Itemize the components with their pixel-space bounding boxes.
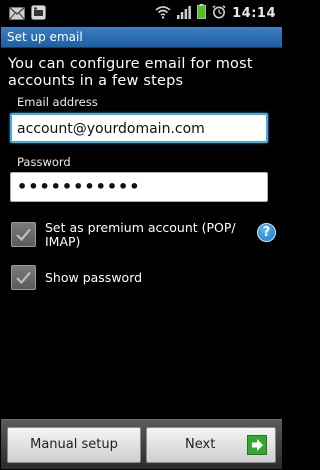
premium-account-label: Set as premium account (POP/ IMAP) <box>45 220 236 249</box>
help-icon[interactable]: ? <box>257 223 276 242</box>
status-time: 14:14 <box>232 6 276 21</box>
email-icon <box>9 5 25 24</box>
email-label: Email address <box>17 95 98 109</box>
next-button[interactable]: Next <box>146 427 276 463</box>
signal-icon <box>177 4 192 23</box>
check-icon <box>16 271 31 285</box>
manual-setup-button[interactable]: Manual setup <box>7 427 141 463</box>
intro-text: You can configure email for most account… <box>8 56 253 89</box>
show-password-label: Show password <box>45 270 143 285</box>
title-bar: Set up email <box>1 27 282 48</box>
status-bar: 14:14 <box>1 1 282 25</box>
password-label: Password <box>17 155 71 169</box>
password-field[interactable]: ••••••••••• <box>10 172 268 202</box>
next-arrow-icon <box>247 435 267 455</box>
bottom-button-bar: Manual setup Next <box>1 419 282 469</box>
alarm-icon <box>212 4 226 23</box>
wifi-icon <box>155 4 171 23</box>
bbm-icon <box>31 5 46 24</box>
premium-account-checkbox[interactable] <box>11 222 36 247</box>
screen: 14:14 Set up email You can configure ema… <box>1 1 282 469</box>
check-icon <box>16 228 31 242</box>
show-password-checkbox[interactable] <box>11 265 36 290</box>
page-title: Set up email <box>7 30 83 44</box>
next-button-label: Next <box>185 437 216 452</box>
email-field[interactable]: account@yourdomain.com <box>10 113 268 143</box>
battery-icon <box>197 4 207 23</box>
